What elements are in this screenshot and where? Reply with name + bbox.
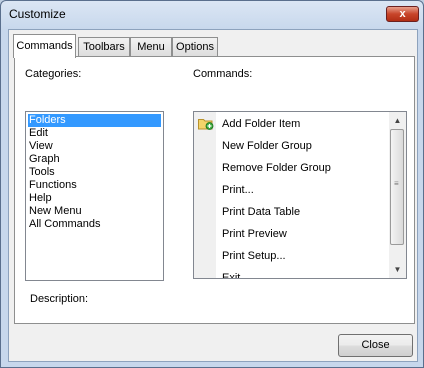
command-item[interactable]: Print Preview (222, 223, 287, 245)
command-icon-column (194, 112, 216, 278)
tab-options-label: Options (176, 41, 214, 53)
category-item-all-commands[interactable]: All Commands (28, 218, 161, 231)
dialog-client-area: Commands Toolbars Menu Options Categorie… (8, 29, 418, 362)
category-item-folders[interactable]: Folders (28, 114, 161, 127)
categories-listbox[interactable]: Folders Edit View Graph Tools Functions … (25, 111, 164, 281)
scrollbar-thumb[interactable]: ≡ (390, 129, 404, 245)
command-item[interactable]: Remove Folder Group (222, 157, 331, 179)
command-item[interactable]: Exit (222, 267, 240, 278)
command-item[interactable]: Print Setup... (222, 245, 286, 267)
tab-commands-label: Commands (16, 40, 73, 52)
categories-label: Categories: (25, 68, 82, 80)
tab-toolbars[interactable]: Toolbars (78, 37, 130, 57)
tab-commands[interactable]: Commands (13, 34, 76, 58)
close-icon: x (399, 8, 406, 20)
tab-menu[interactable]: Menu (130, 37, 172, 57)
tab-menu-label: Menu (137, 41, 165, 53)
description-label: Description: (30, 293, 89, 305)
category-item-edit[interactable]: Edit (28, 127, 161, 140)
category-item-tools[interactable]: Tools (28, 166, 161, 179)
grip-icon: ≡ (394, 179, 399, 188)
window-close-button[interactable]: x (386, 6, 419, 22)
commands-listbox[interactable]: Add Folder Item New Folder Group Remove … (193, 111, 407, 279)
customize-dialog: Customize x Commands Toolbars Menu Optio… (0, 0, 424, 368)
category-item-view[interactable]: View (28, 140, 161, 153)
commands-label: Commands: (193, 68, 253, 80)
tab-options[interactable]: Options (172, 37, 218, 57)
tab-toolbars-label: Toolbars (83, 41, 125, 53)
dialog-title: Customize (9, 7, 66, 21)
command-item[interactable]: Add Folder Item (222, 113, 300, 135)
scroll-down-arrow-icon[interactable]: ▼ (389, 261, 406, 278)
category-item-help[interactable]: Help (28, 192, 161, 205)
commands-tab-panel: Categories: Folders Edit View Graph Tool… (14, 56, 415, 324)
commands-scrollbar[interactable]: ▲ ≡ ▼ (389, 112, 406, 278)
scroll-up-arrow-icon[interactable]: ▲ (389, 112, 406, 129)
category-item-graph[interactable]: Graph (28, 153, 161, 166)
close-button[interactable]: Close (338, 334, 413, 357)
command-item[interactable]: Print Data Table (222, 201, 300, 223)
category-item-new-menu[interactable]: New Menu (28, 205, 161, 218)
category-item-functions[interactable]: Functions (28, 179, 161, 192)
command-item[interactable]: Print... (222, 179, 254, 201)
command-item[interactable]: New Folder Group (222, 135, 312, 157)
folder-add-icon (198, 119, 214, 130)
